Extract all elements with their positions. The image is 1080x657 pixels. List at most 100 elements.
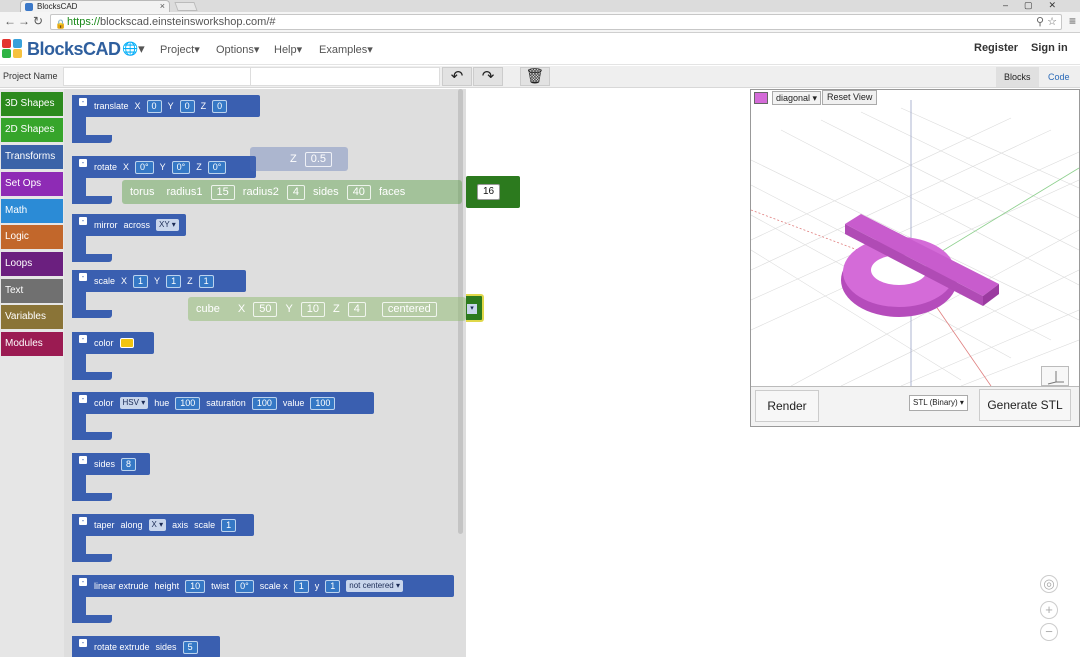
blockscad-logo[interactable]: BlocksCAD — [2, 38, 121, 60]
torus-block-live-end[interactable]: 16 — [466, 176, 520, 208]
ghost-param-label: Y — [285, 303, 293, 315]
axis-label: X — [123, 162, 130, 172]
ghost-rotate-block[interactable]: Z 0.5 — [250, 147, 348, 171]
reload-icon[interactable]: ↻ — [33, 14, 43, 28]
height-field[interactable]: 10 — [185, 579, 206, 593]
scale-z-field[interactable]: 1 — [198, 274, 214, 288]
menu-examples[interactable]: Examples▾ — [319, 43, 373, 56]
collapse-toggle[interactable]: - — [79, 273, 87, 281]
menu-project[interactable]: Project▾ — [160, 43, 200, 56]
category-3d-shapes[interactable]: 3D Shapes — [1, 92, 63, 116]
export-format-dropdown[interactable]: STL (Binary) ▾ — [909, 395, 968, 411]
category-text[interactable]: Text — [1, 279, 63, 303]
scale-y-field[interactable]: 1 — [325, 579, 341, 593]
collapse-toggle[interactable]: - — [79, 395, 87, 403]
project-name-input-extension[interactable] — [250, 67, 440, 86]
forward-icon[interactable]: → — [18, 14, 30, 28]
category-2d-shapes[interactable]: 2D Shapes — [1, 118, 63, 142]
window-controls[interactable]: –▢✕ — [1003, 0, 1072, 11]
block-label: translate — [94, 101, 129, 111]
scale-x-field[interactable]: 1 — [293, 579, 309, 593]
collapse-toggle[interactable]: - — [79, 639, 87, 647]
recenter-icon[interactable]: ◎ — [1040, 575, 1058, 593]
category-transforms[interactable]: Transforms — [1, 145, 63, 169]
collapse-toggle[interactable]: - — [79, 456, 87, 464]
tab-blocks[interactable]: Blocks — [996, 67, 1039, 87]
scale-x-field[interactable]: 1 — [133, 274, 149, 288]
browser-tab[interactable]: BlocksCAD × — [20, 0, 170, 12]
category-loops[interactable]: Loops — [1, 252, 63, 276]
rotate-extrude-block[interactable]: - rotate extrude sides 5 — [72, 636, 220, 657]
redo-button[interactable]: ↷ — [473, 67, 503, 86]
category-set-ops[interactable]: Set Ops — [1, 172, 63, 196]
translate-y-field[interactable]: 0 — [179, 99, 195, 113]
register-link[interactable]: Register — [974, 42, 1018, 54]
saturation-field[interactable]: 100 — [251, 396, 277, 410]
hue-field[interactable]: 100 — [175, 396, 201, 410]
address-bar[interactable]: 🔒 https://blockscad.einsteinsworkshop.co… — [50, 14, 1062, 30]
color-block[interactable]: - color — [72, 332, 154, 380]
ghost-cube-block[interactable]: cube X 50 Y 10 Z 4 centered — [188, 297, 466, 321]
model-color-picker[interactable] — [754, 92, 768, 104]
collapse-toggle[interactable]: - — [79, 217, 87, 225]
rotate-y-field[interactable]: 0° — [171, 160, 191, 174]
reset-view-button[interactable]: Reset View — [822, 90, 878, 105]
trash-button[interactable]: 🗑 — [520, 67, 550, 86]
zoom-out-icon[interactable]: − — [1040, 623, 1058, 641]
bookmark-star-icon[interactable]: ⚲ ☆ — [1036, 15, 1057, 29]
color-hsv-block[interactable]: - color HSV ▾ hue 100 saturation 100 value… — [72, 392, 374, 440]
project-name-input[interactable] — [63, 67, 251, 86]
taper-scale-field[interactable]: 1 — [221, 518, 237, 532]
browser-menu-icon[interactable]: ≡ — [1069, 14, 1076, 28]
color-mode-dropdown[interactable]: HSV ▾ — [119, 397, 149, 409]
translate-x-field[interactable]: 0 — [146, 99, 162, 113]
category-math[interactable]: Math — [1, 199, 63, 223]
scale-y-field[interactable]: 1 — [166, 274, 182, 288]
chevron-down-icon[interactable]: ▾ — [467, 304, 477, 314]
taper-block[interactable]: - taper along X ▾ axis scale 1 — [72, 514, 254, 562]
mirror-plane-dropdown[interactable]: XY ▾ — [156, 219, 179, 231]
category-logic[interactable]: Logic — [1, 225, 63, 249]
rotate-extrude-sides-field[interactable]: 5 — [182, 640, 198, 654]
menu-options[interactable]: Options▾ — [216, 43, 259, 56]
torus-faces-field[interactable]: 16 — [477, 184, 501, 200]
close-tab-icon[interactable]: × — [160, 1, 165, 12]
render-button[interactable]: Render — [755, 390, 819, 422]
sides-field[interactable]: 8 — [121, 457, 137, 471]
linear-extrude-block[interactable]: - linear extrude height 10 twist 0° scale … — [72, 575, 454, 623]
taper-axis-dropdown[interactable]: X ▾ — [148, 519, 167, 531]
value-field[interactable]: 100 — [310, 396, 336, 410]
scale-block[interactable]: - scale X1 Y1 Z1 — [72, 270, 246, 318]
collapse-toggle[interactable]: - — [79, 98, 87, 106]
cube-block-live-end[interactable]: ▾ — [466, 294, 484, 322]
collapse-toggle[interactable]: - — [79, 578, 87, 586]
rotate-x-field[interactable]: 0° — [135, 160, 154, 174]
sides-block[interactable]: - sides 8 — [72, 453, 150, 501]
translate-block[interactable]: - translate X0 Y0 Z0 — [72, 95, 260, 143]
collapse-toggle[interactable]: - — [79, 335, 87, 343]
zoom-in-icon[interactable]: + — [1040, 601, 1058, 619]
rotate-z-field[interactable]: 0° — [207, 160, 227, 174]
undo-button[interactable]: ↶ — [442, 67, 472, 86]
collapse-toggle[interactable]: - — [79, 517, 87, 525]
tab-code[interactable]: Code — [1040, 67, 1078, 87]
generate-stl-button[interactable]: Generate STL — [979, 389, 1071, 421]
menu-help[interactable]: Help▾ — [274, 43, 302, 56]
3d-scene[interactable] — [751, 90, 1079, 386]
signin-link[interactable]: Sign in — [1031, 42, 1068, 54]
mirror-block[interactable]: - mirror across XY ▾ — [72, 214, 186, 262]
view-angle-dropdown[interactable]: diagonal ▾ — [772, 91, 822, 105]
new-tab-button[interactable] — [174, 2, 198, 11]
collapse-toggle[interactable]: - — [79, 159, 87, 167]
category-variables[interactable]: Variables — [1, 305, 63, 329]
twist-field[interactable]: 0° — [235, 579, 254, 593]
language-globe-icon[interactable]: 🌐▾ — [122, 41, 145, 57]
ghost-torus-block[interactable]: torus radius1 15 radius2 4 sides 40 face… — [122, 180, 462, 204]
axis-toggle-button[interactable] — [1041, 366, 1069, 386]
translate-z-field[interactable]: 0 — [212, 99, 228, 113]
category-modules[interactable]: Modules — [1, 332, 63, 356]
center-dropdown[interactable]: not centered ▾ — [346, 580, 403, 592]
rotate-block[interactable]: - rotate X 0° Y 0° Z 0° — [72, 156, 256, 204]
color-swatch[interactable] — [119, 338, 134, 348]
back-icon[interactable]: ← — [4, 14, 16, 28]
